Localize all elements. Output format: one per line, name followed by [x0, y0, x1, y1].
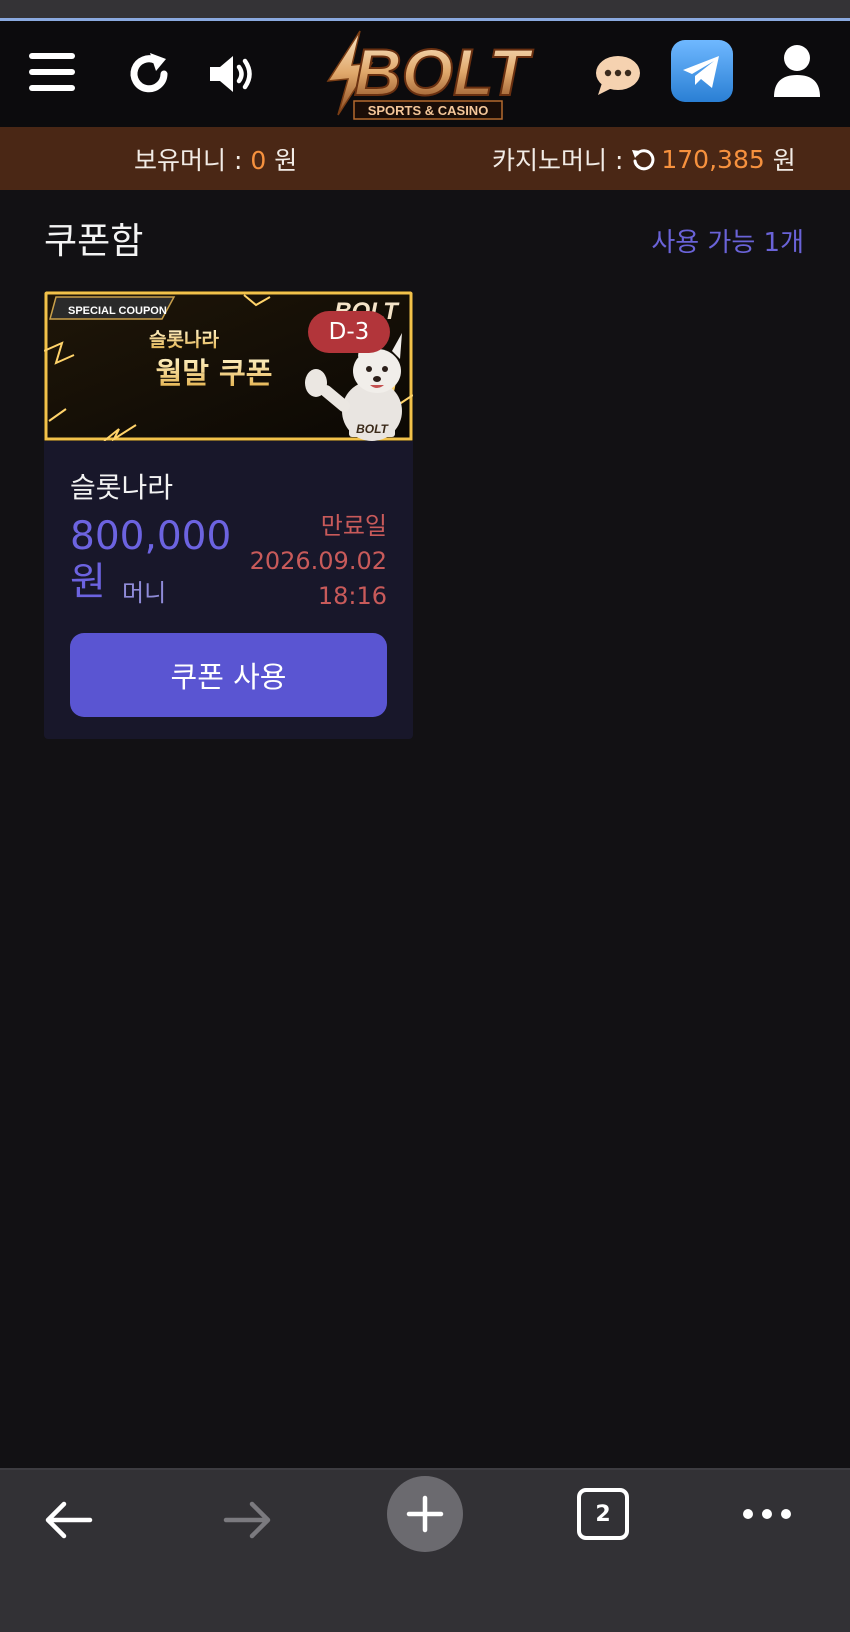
- back-arrow-icon[interactable]: [38, 1490, 98, 1550]
- logo-text: BOLT: [354, 35, 533, 109]
- page-title: 쿠폰함: [44, 221, 144, 262]
- site-header: BOLT SPORTS & CASINO: [0, 21, 850, 127]
- expiry-time: 18:16: [317, 582, 387, 610]
- holding-value: 0: [250, 146, 267, 175]
- tabs-icon[interactable]: 2: [577, 1488, 629, 1540]
- expiry-info: 만료일 2026.09.02 18:16: [250, 509, 387, 614]
- balance-bar: 보유머니 : 0 원 카지노머니 : 170,385 원: [0, 127, 850, 190]
- forward-arrow-icon[interactable]: [218, 1490, 278, 1550]
- more-icon[interactable]: [737, 1494, 797, 1534]
- casino-unit: 원: [772, 146, 796, 175]
- browser-bottom-nav: 2: [0, 1468, 850, 1632]
- available-count: 사용 가능 1개: [651, 228, 804, 258]
- chat-icon[interactable]: [592, 51, 644, 99]
- banner-line1: 슬롯나라: [149, 329, 219, 351]
- casino-refresh-icon[interactable]: [631, 147, 655, 171]
- money-label: 머니: [122, 579, 167, 607]
- coupon-amount-unit: 원: [70, 560, 106, 605]
- new-tab-icon[interactable]: [387, 1476, 463, 1552]
- coupon-card: SPECIAL COUPON 슬롯나라 월말 쿠폰 BOLT BOLT D-3 …: [44, 291, 413, 739]
- dday-badge: D-3: [308, 311, 390, 353]
- bolt-logo[interactable]: BOLT SPORTS & CASINO: [320, 29, 540, 125]
- user-icon[interactable]: [770, 41, 824, 101]
- holding-money: 보유머니 : 0 원: [134, 141, 297, 177]
- expiry-label: 만료일: [320, 512, 387, 540]
- banner-tag: SPECIAL COUPON: [68, 305, 167, 317]
- banner-line2: 월말 쿠폰: [156, 356, 273, 390]
- tab-count: 2: [595, 1501, 611, 1527]
- holding-unit: 원: [274, 146, 298, 175]
- use-coupon-button[interactable]: 쿠폰 사용: [70, 633, 387, 717]
- expiry-date: 2026.09.02: [249, 547, 387, 575]
- logo-subtext: SPORTS & CASINO: [368, 103, 489, 118]
- coupon-banner: SPECIAL COUPON 슬롯나라 월말 쿠폰 BOLT BOLT D-3: [44, 291, 413, 442]
- coupon-amount: 800,000: [70, 514, 232, 559]
- refresh-icon[interactable]: [124, 49, 174, 99]
- coupon-name: 슬롯나라: [70, 471, 174, 504]
- mascot-logo: BOLT: [356, 422, 389, 436]
- status-strip: [0, 0, 850, 21]
- casino-value: 170,385: [661, 144, 765, 174]
- holding-label: 보유머니 :: [134, 146, 243, 175]
- telegram-icon[interactable]: [670, 39, 734, 103]
- casino-money: 카지노머니 : 170,385 원: [492, 141, 796, 177]
- menu-icon[interactable]: [24, 47, 80, 97]
- volume-icon[interactable]: [206, 49, 260, 99]
- casino-label: 카지노머니 :: [492, 146, 624, 175]
